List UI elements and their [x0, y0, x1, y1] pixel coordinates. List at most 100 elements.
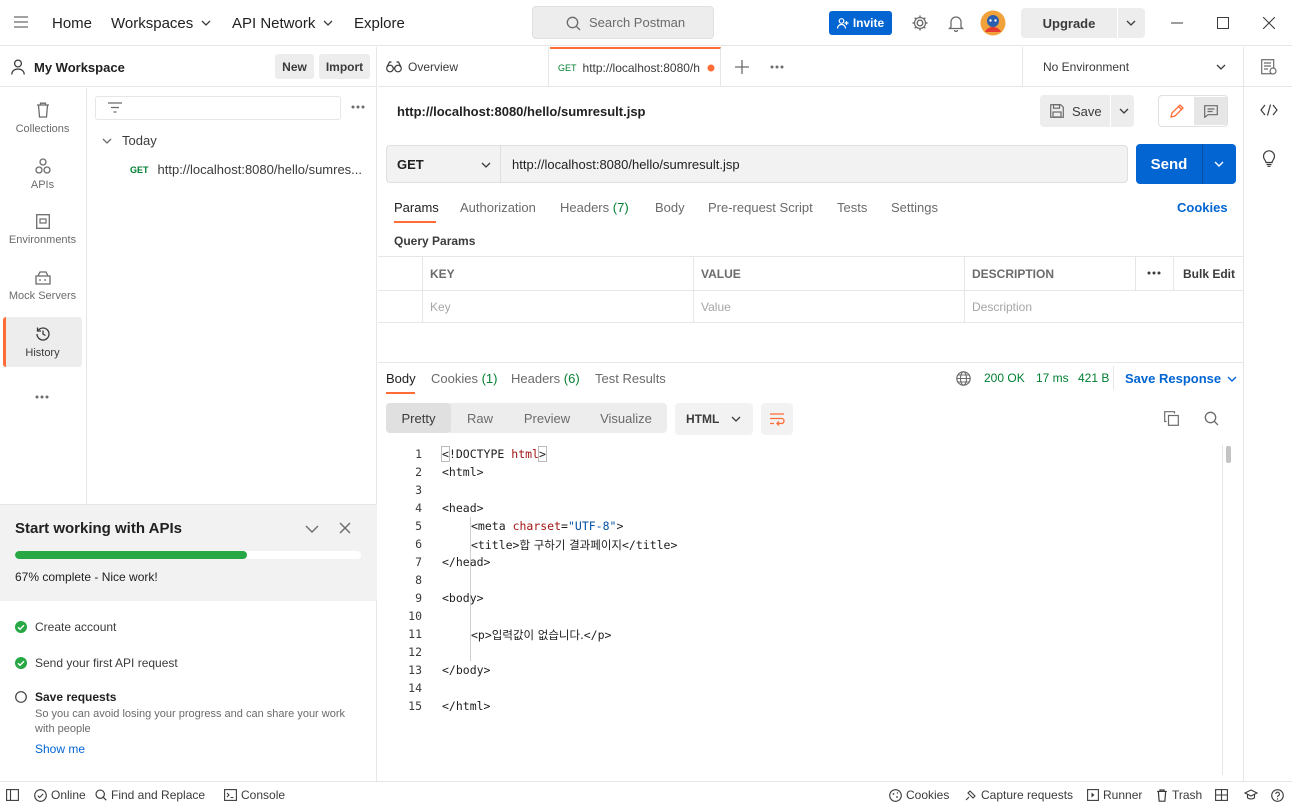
- format-select[interactable]: HTML: [675, 403, 753, 435]
- sidebar-item-collections[interactable]: Collections: [3, 93, 82, 143]
- chevron-down-icon[interactable]: [1119, 108, 1129, 114]
- response-size[interactable]: 421 B: [1078, 371, 1109, 385]
- response-code-viewer[interactable]: 1 2 3 4 5 6 7 8 9 10 11 12 13 14 15 <!DO…: [386, 445, 1222, 775]
- edit-pencil-icon[interactable]: [1160, 97, 1193, 125]
- response-tab-body[interactable]: Body: [386, 371, 416, 386]
- hamburger-menu-icon[interactable]: [14, 16, 28, 28]
- more-options-icon[interactable]: [35, 395, 49, 399]
- bulk-edit-button[interactable]: Bulk Edit: [1175, 257, 1235, 290]
- history-more-icon[interactable]: [351, 105, 365, 109]
- lightbulb-icon[interactable]: [1261, 150, 1277, 167]
- new-button[interactable]: New: [275, 54, 314, 79]
- show-me-link[interactable]: Show me: [35, 742, 85, 756]
- response-tab-cookies[interactable]: Cookies (1): [431, 371, 497, 386]
- sidebar-item-mock-servers[interactable]: Mock Servers: [3, 261, 82, 311]
- nav-workspaces[interactable]: Workspaces: [111, 0, 211, 46]
- find-replace-button[interactable]: Find and Replace: [95, 782, 205, 808]
- tab-params[interactable]: Params: [394, 200, 439, 215]
- close-icon[interactable]: [1263, 17, 1275, 29]
- tab-headers[interactable]: Headers (7): [560, 200, 629, 215]
- maximize-icon[interactable]: [1217, 17, 1229, 29]
- send-button[interactable]: Send: [1136, 144, 1236, 184]
- runner-button[interactable]: Runner: [1087, 782, 1142, 808]
- view-raw[interactable]: Raw: [454, 403, 506, 433]
- task-create-account[interactable]: Create account: [15, 620, 116, 634]
- tab-overview[interactable]: Overview: [378, 47, 549, 87]
- history-item[interactable]: GET http://localhost:8080/hello/sumres..…: [130, 162, 370, 177]
- avatar[interactable]: [980, 10, 1006, 36]
- history-group-today[interactable]: Today: [102, 133, 157, 148]
- close-icon[interactable]: [339, 522, 351, 534]
- trash-button[interactable]: Trash: [1156, 782, 1202, 808]
- code-snippet-icon[interactable]: [1260, 104, 1278, 116]
- two-pane-icon[interactable]: [1215, 782, 1228, 808]
- code-line: </head>: [442, 555, 491, 569]
- history-filter-input[interactable]: [95, 96, 341, 120]
- tab-tests[interactable]: Tests: [837, 200, 867, 215]
- task-save-requests[interactable]: Save requests: [15, 690, 116, 704]
- copy-icon[interactable]: [1164, 411, 1179, 426]
- chevron-down-icon[interactable]: [1126, 20, 1136, 26]
- help-icon[interactable]: [1271, 782, 1284, 808]
- request-title[interactable]: http://localhost:8080/hello/sumresult.js…: [397, 104, 646, 119]
- online-status[interactable]: Online: [34, 782, 86, 808]
- response-divider[interactable]: [378, 362, 1243, 363]
- method-select[interactable]: GET: [386, 145, 501, 183]
- cookies-button[interactable]: Cookies: [889, 782, 949, 808]
- code-line: <meta charset="UTF-8">: [471, 519, 624, 533]
- search-placeholder: Search Postman: [589, 15, 686, 30]
- response-tab-headers[interactable]: Headers (6): [511, 371, 580, 386]
- url-input[interactable]: http://localhost:8080/hello/sumresult.js…: [501, 145, 1128, 183]
- bootcamp-icon[interactable]: [1244, 782, 1258, 808]
- status-code[interactable]: 200 OK: [984, 371, 1025, 385]
- toggle-sidebar-icon[interactable]: [6, 782, 19, 808]
- workspace-name[interactable]: My Workspace: [34, 60, 125, 75]
- nav-explore[interactable]: Explore: [354, 0, 405, 46]
- upgrade-button[interactable]: Upgrade: [1021, 8, 1145, 38]
- tab-settings[interactable]: Settings: [891, 200, 938, 215]
- nav-home[interactable]: Home: [52, 0, 92, 46]
- tab-body[interactable]: Body: [655, 200, 685, 215]
- invite-button[interactable]: Invite: [829, 11, 892, 35]
- capture-requests-button[interactable]: Capture requests: [964, 782, 1073, 808]
- tab-active-request[interactable]: GET http://localhost:8080/h: [550, 47, 721, 87]
- import-button[interactable]: Import: [319, 54, 370, 79]
- response-tab-test-results[interactable]: Test Results: [595, 371, 666, 386]
- chevron-down-icon[interactable]: [1214, 161, 1224, 167]
- view-visualize[interactable]: Visualize: [592, 403, 660, 433]
- search-box[interactable]: Search Postman: [532, 6, 714, 39]
- search-icon[interactable]: [1204, 411, 1219, 426]
- comments-icon[interactable]: [1194, 97, 1227, 125]
- table-more-icon[interactable]: [1147, 271, 1161, 275]
- tab-authorization[interactable]: Authorization: [460, 200, 536, 215]
- nav-api-network[interactable]: API Network: [232, 0, 333, 46]
- description-input[interactable]: Description: [964, 290, 1242, 323]
- sidebar-item-environments[interactable]: Environments: [3, 205, 82, 255]
- tab-pre-request-script[interactable]: Pre-request Script: [708, 200, 813, 215]
- save-response-button[interactable]: Save Response: [1125, 371, 1237, 386]
- minimize-icon[interactable]: [1171, 22, 1183, 24]
- environment-selector[interactable]: No Environment: [1022, 47, 1243, 87]
- sidebar-item-apis[interactable]: APIs: [3, 149, 82, 199]
- globe-icon[interactable]: [956, 371, 971, 386]
- chevron-down-icon[interactable]: [305, 525, 319, 533]
- task-send-first-request[interactable]: Send your first API request: [15, 656, 178, 670]
- code-scrollbar[interactable]: [1226, 446, 1231, 463]
- wrap-lines-icon[interactable]: [761, 403, 793, 435]
- progress-bar: [15, 551, 361, 559]
- view-pretty[interactable]: Pretty: [386, 403, 451, 433]
- view-preview[interactable]: Preview: [514, 403, 580, 433]
- cookies-link[interactable]: Cookies: [1177, 200, 1228, 215]
- response-time[interactable]: 17 ms: [1036, 371, 1069, 385]
- sidebar-item-history[interactable]: History: [3, 317, 82, 367]
- console-button[interactable]: Console: [224, 782, 285, 808]
- value-input[interactable]: Value: [693, 290, 964, 323]
- tabs-more-icon[interactable]: [770, 65, 784, 69]
- save-button[interactable]: Save: [1040, 95, 1134, 127]
- environment-quicklook-icon[interactable]: [1261, 59, 1277, 75]
- add-tab-icon[interactable]: [735, 60, 749, 74]
- notification-bell-icon[interactable]: [948, 14, 964, 32]
- line-number: 8: [415, 573, 422, 587]
- key-input[interactable]: Key: [422, 290, 693, 323]
- settings-gear-icon[interactable]: [911, 14, 929, 32]
